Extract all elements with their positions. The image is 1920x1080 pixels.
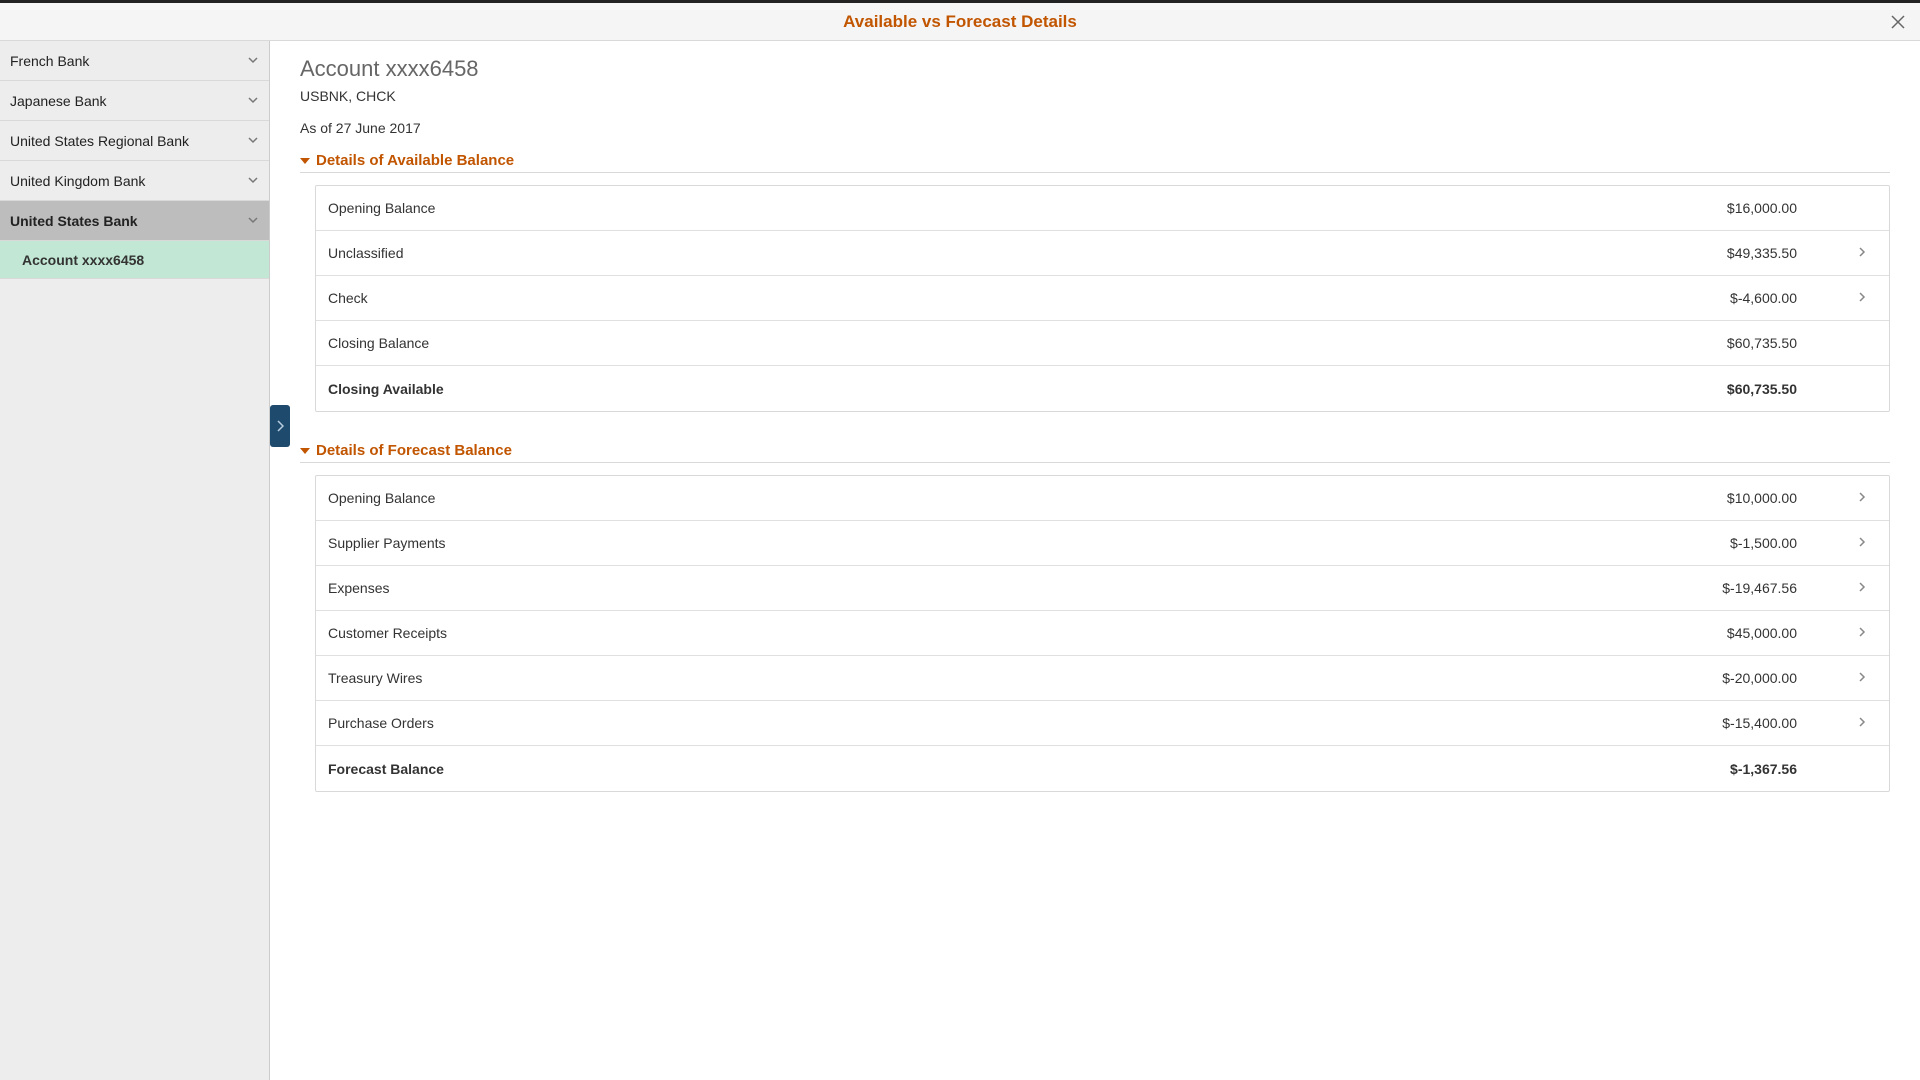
- chevron-right-icon: [1847, 625, 1877, 641]
- sidebar: French Bank Japanese Bank United States Re…: [0, 41, 270, 1080]
- chevron-right-icon: [1847, 670, 1877, 686]
- chevron-down-icon: [247, 173, 259, 189]
- chevron-right-icon: [1847, 535, 1877, 551]
- row-label: Forecast Balance: [328, 761, 1697, 777]
- row-value: $-15,400.00: [1697, 715, 1847, 731]
- sidebar-bank-item[interactable]: Japanese Bank: [0, 81, 269, 121]
- chevron-right-icon: [1847, 715, 1877, 731]
- row-label: Expenses: [328, 580, 1697, 596]
- row-value: $-19,467.56: [1697, 580, 1847, 596]
- row-label: Treasury Wires: [328, 670, 1697, 686]
- table-row[interactable]: Treasury Wires$-20,000.00: [316, 656, 1889, 701]
- bank-label: United States Regional Bank: [10, 133, 189, 149]
- caret-down-icon: [300, 448, 310, 454]
- table-row[interactable]: Customer Receipts$45,000.00: [316, 611, 1889, 656]
- section-title-forecast: Details of Forecast Balance: [316, 442, 512, 459]
- sidebar-bank-item[interactable]: French Bank: [0, 41, 269, 81]
- chevron-right-icon: [1847, 490, 1877, 506]
- sidebar-bank-item[interactable]: United States Regional Bank: [0, 121, 269, 161]
- row-label: Check: [328, 290, 1697, 306]
- available-table: Opening Balance$16,000.00Unclassified$49…: [315, 185, 1890, 412]
- close-button[interactable]: [1886, 10, 1910, 34]
- row-label: Opening Balance: [328, 200, 1697, 216]
- sidebar-bank-item[interactable]: United Kingdom Bank: [0, 161, 269, 201]
- account-subtitle: USBNK, CHCK: [300, 88, 1890, 104]
- account-title: Account xxxx6458: [300, 56, 1890, 82]
- chevron-right-icon: [1847, 245, 1877, 261]
- row-label: Closing Available: [328, 381, 1697, 397]
- section-title-available: Details of Available Balance: [316, 152, 514, 169]
- chevron-right-icon: [1847, 290, 1877, 306]
- forecast-table: Opening Balance$10,000.00Supplier Paymen…: [315, 475, 1890, 792]
- bank-label: French Bank: [10, 53, 89, 69]
- table-row[interactable]: Purchase Orders$-15,400.00: [316, 701, 1889, 746]
- table-row[interactable]: Check$-4,600.00: [316, 276, 1889, 321]
- table-row: Forecast Balance$-1,367.56: [316, 746, 1889, 791]
- page-title: Available vs Forecast Details: [843, 12, 1077, 32]
- sidebar-collapse-handle[interactable]: [270, 405, 290, 447]
- chevron-down-icon: [247, 133, 259, 149]
- row-label: Supplier Payments: [328, 535, 1697, 551]
- table-row[interactable]: Unclassified$49,335.50: [316, 231, 1889, 276]
- table-row: Closing Available$60,735.50: [316, 366, 1889, 411]
- table-row: Opening Balance$16,000.00: [316, 186, 1889, 231]
- table-row[interactable]: Expenses$-19,467.56: [316, 566, 1889, 611]
- table-row: Closing Balance$60,735.50: [316, 321, 1889, 366]
- row-value: $-1,367.56: [1697, 761, 1847, 777]
- row-label: Customer Receipts: [328, 625, 1697, 641]
- bank-label: United States Bank: [10, 213, 138, 229]
- row-value: $-20,000.00: [1697, 670, 1847, 686]
- row-label: Opening Balance: [328, 490, 1697, 506]
- header: Available vs Forecast Details: [0, 3, 1920, 41]
- row-value: $10,000.00: [1697, 490, 1847, 506]
- chevron-right-icon: [1847, 580, 1877, 596]
- row-value: $60,735.50: [1697, 335, 1847, 351]
- row-label: Closing Balance: [328, 335, 1697, 351]
- sidebar-account-item[interactable]: Account xxxx6458: [0, 241, 269, 279]
- as-of-date: As of 27 June 2017: [300, 120, 1890, 136]
- chevron-down-icon: [247, 53, 259, 69]
- bank-label: Japanese Bank: [10, 93, 107, 109]
- row-label: Purchase Orders: [328, 715, 1697, 731]
- close-icon: [1891, 15, 1905, 29]
- row-value: $16,000.00: [1697, 200, 1847, 216]
- row-value: $49,335.50: [1697, 245, 1847, 261]
- chevron-down-icon: [247, 213, 259, 229]
- row-value: $-4,600.00: [1697, 290, 1847, 306]
- table-row[interactable]: Opening Balance$10,000.00: [316, 476, 1889, 521]
- container: French Bank Japanese Bank United States Re…: [0, 41, 1920, 1080]
- chevron-right-icon: [276, 420, 284, 432]
- section-header-forecast[interactable]: Details of Forecast Balance: [300, 442, 1890, 463]
- section-header-available[interactable]: Details of Available Balance: [300, 152, 1890, 173]
- row-label: Unclassified: [328, 245, 1697, 261]
- main-content: Account xxxx6458 USBNK, CHCK As of 27 Ju…: [270, 41, 1920, 1080]
- table-row[interactable]: Supplier Payments$-1,500.00: [316, 521, 1889, 566]
- bank-label: United Kingdom Bank: [10, 173, 145, 189]
- sidebar-bank-item[interactable]: United States Bank: [0, 201, 269, 241]
- chevron-down-icon: [247, 93, 259, 109]
- row-value: $45,000.00: [1697, 625, 1847, 641]
- row-value: $60,735.50: [1697, 381, 1847, 397]
- caret-down-icon: [300, 158, 310, 164]
- row-value: $-1,500.00: [1697, 535, 1847, 551]
